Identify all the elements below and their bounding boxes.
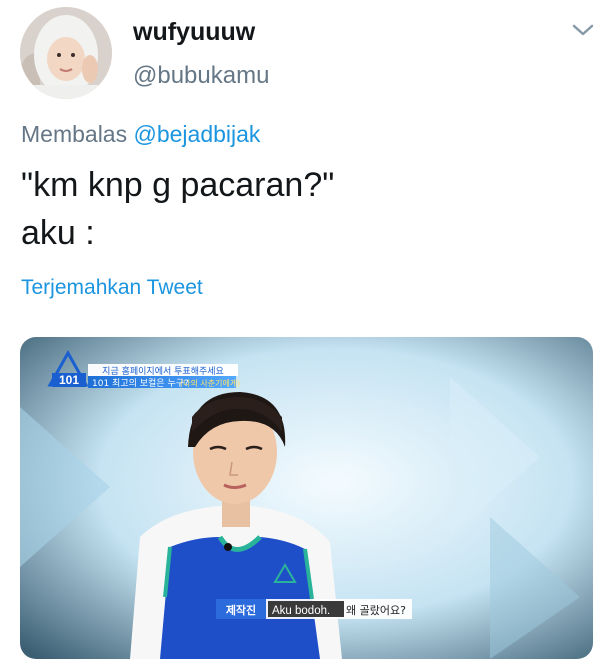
video-subtitle: 제작진 Aku bodoh. 왜 골랐어요? (216, 599, 412, 619)
reply-prefix: Membalas (21, 121, 128, 147)
banner-top-text: 지금 홈페이지에서 투표해주세요 (102, 365, 224, 377)
translate-tweet-link[interactable]: Terjemahkan Tweet (21, 276, 203, 300)
logo-text: 101 (59, 373, 79, 387)
avatar-image (20, 7, 112, 99)
reply-context: Membalas @bejadbijak (21, 121, 260, 148)
banner-bottom-text: 101 최고의 보컬은 누구? (92, 378, 189, 389)
subtitle-text: Aku bodoh. (272, 605, 330, 617)
tweet-text-line-2: aku : (21, 214, 95, 252)
chevron-down-icon[interactable] (570, 20, 596, 40)
subtitle-korean-tail: 왜 골랐어요? (346, 604, 406, 617)
user-handle[interactable]: @bubukamu (133, 62, 269, 90)
reply-mention-link[interactable]: @bejadbijak (134, 121, 261, 147)
banner-tag-text: (나의 사춘기에게) (180, 378, 240, 388)
display-name[interactable]: wufyuuuw (133, 18, 255, 47)
avatar[interactable] (20, 7, 112, 99)
subtitle-speaker: 제작진 (226, 603, 256, 617)
tweet-media-image[interactable]: 101 지금 홈페이지에서 투표해주세요 101 최고의 보컬은 누구? (나의… (20, 337, 593, 659)
vote-banner: 지금 홈페이지에서 투표해주세요 101 최고의 보컬은 누구? (나의 사춘기… (88, 364, 240, 389)
tweet-text-line-1: "km knp g pacaran?" (21, 166, 335, 204)
